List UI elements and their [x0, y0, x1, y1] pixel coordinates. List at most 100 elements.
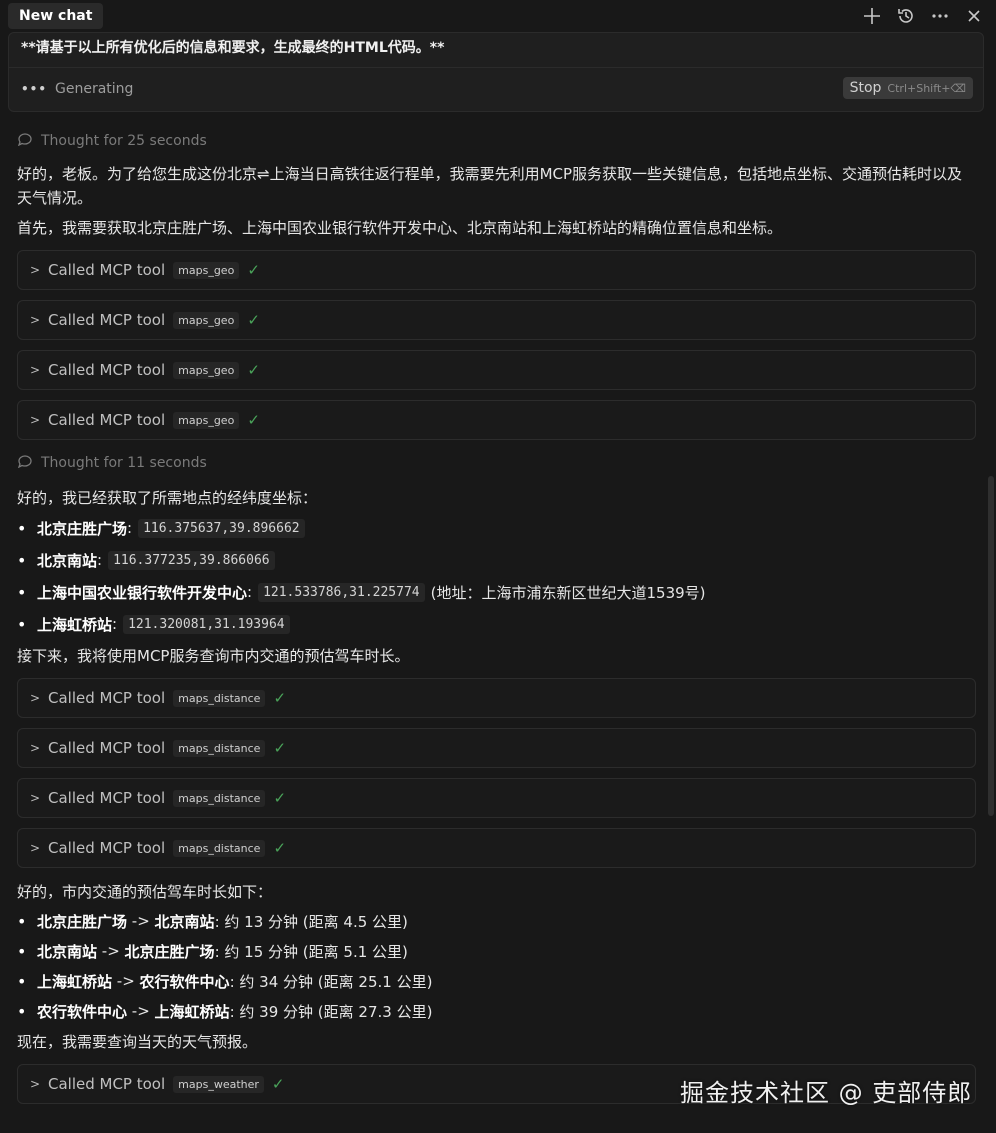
list-item: • 北京庄胜广场 -> 北京南站 : 约 13 分钟 (距离 4.5 公里) [17, 906, 976, 936]
tool-name: maps_geo [173, 261, 240, 279]
tool-call[interactable]: > Called MCP tool maps_distance ✓ [17, 828, 976, 868]
stop-button[interactable]: Stop Ctrl+Shift+⌫ [842, 77, 973, 99]
bullet: • [17, 550, 27, 570]
more-icon[interactable] [930, 6, 950, 26]
drive-intro: 好的，市内交通的预估驾车时长如下： [17, 883, 273, 901]
tool-call[interactable]: > Called MCP tool maps_distance ✓ [17, 778, 976, 818]
bullet: • [17, 582, 27, 602]
coordinate-value: 121.533786,31.225774 [258, 582, 425, 602]
tab-new-chat[interactable]: New chat [8, 3, 104, 29]
thought-toggle[interactable]: Thought for 25 seconds [17, 124, 976, 158]
tool-name: maps_geo [173, 311, 240, 329]
header-actions [862, 6, 984, 26]
route-arrow: -> [127, 1002, 155, 1020]
tool-label: Called MCP tool [48, 739, 166, 757]
scrollbar[interactable] [988, 476, 994, 816]
tool-call[interactable]: > Called MCP tool maps_geo ✓ [17, 300, 976, 340]
check-icon: ✓ [273, 839, 287, 857]
tool-call[interactable]: > Called MCP tool maps_distance ✓ [17, 678, 976, 718]
tool-name: maps_geo [173, 361, 240, 379]
geo-tool-list: > Called MCP tool maps_geo ✓ > Called MC… [17, 250, 976, 440]
divider [9, 67, 983, 68]
chevron-right-icon: > [30, 791, 41, 805]
thought-toggle[interactable]: Thought for 11 seconds [17, 446, 976, 480]
list-item: • 农行软件中心 -> 上海虹桥站 : 约 39 分钟 (距离 27.3 公里) [17, 996, 976, 1026]
status-text: Generating [55, 81, 134, 97]
route-detail: : 约 39 分钟 (距离 27.3 公里) [229, 1002, 433, 1021]
brain-icon [17, 132, 33, 150]
tool-label: Called MCP tool [48, 311, 166, 329]
tool-name: maps_weather [173, 1075, 264, 1093]
route-to: 农行软件中心 [139, 972, 230, 991]
tool-call[interactable]: > Called MCP tool maps_distance ✓ [17, 728, 976, 768]
place-name: 北京南站 [37, 551, 98, 570]
tool-label: Called MCP tool [48, 261, 166, 279]
check-icon: ✓ [273, 789, 287, 807]
coordinate-value: 116.377235,39.866066 [108, 550, 275, 570]
list-item: • 上海中国农业银行软件开发中心: 121.533786,31.225774 (… [17, 582, 706, 602]
intro-paragraph: 好的，老板。为了给您生成这份北京⇌上海当日高铁往返行程单，我需要先利用MCP服务… [17, 165, 963, 207]
chevron-right-icon: > [30, 313, 41, 327]
check-icon: ✓ [247, 361, 260, 379]
thought-label: Thought for 25 seconds [41, 133, 207, 149]
chat-content: Thought for 25 seconds 好的，老板。为了给您生成这份北京⇌… [17, 124, 976, 1114]
prompt-box: **请基于以上所有优化后的信息和要求，生成最终的HTML代码。** ••• Ge… [8, 32, 984, 112]
tool-name: maps_distance [173, 839, 266, 857]
route-arrow: -> [112, 972, 140, 990]
watermark: 掘金技术社区 @ 吏部侍郎 [680, 1079, 973, 1107]
stop-shortcut: Ctrl+Shift+⌫ [887, 81, 966, 95]
route-from: 农行软件中心 [37, 1002, 128, 1021]
coords-list: • 北京庄胜广场: 116.375637,39.896662 • 北京南站: 1… [17, 512, 976, 640]
bullet: • [17, 911, 27, 931]
list-item: • 上海虹桥站 -> 农行软件中心 : 约 34 分钟 (距离 25.1 公里) [17, 966, 976, 996]
route-to: 北京庄胜广场 [124, 942, 215, 961]
stop-label: Stop [849, 80, 882, 96]
history-icon[interactable] [896, 6, 916, 26]
list-item: • 北京南站: 116.377235,39.866066 [17, 544, 976, 576]
coordinate-value: 116.375637,39.896662 [138, 518, 305, 538]
bullet: • [17, 971, 27, 991]
check-icon: ✓ [271, 1075, 285, 1093]
tool-name: maps_geo [173, 411, 240, 429]
distance-tool-list: > Called MCP tool maps_distance ✓ > Call… [17, 678, 976, 868]
check-icon: ✓ [273, 739, 287, 757]
place-name: 上海虹桥站 [37, 615, 113, 634]
tool-label: Called MCP tool [48, 839, 166, 857]
close-icon[interactable] [964, 6, 984, 26]
tool-call[interactable]: > Called MCP tool maps_geo ✓ [17, 350, 976, 390]
place-name: 上海中国农业银行软件开发中心 [37, 583, 248, 602]
chevron-right-icon: > [30, 263, 41, 277]
brain-icon [17, 454, 33, 472]
coords-intro: 好的，我已经获取了所需地点的经纬度坐标： [17, 489, 318, 507]
intro-paragraph: 首先，我需要获取北京庄胜广场、上海中国农业银行软件开发中心、北京南站和上海虹桥站… [17, 219, 783, 237]
chat-header: New chat [0, 0, 996, 32]
tool-label: Called MCP tool [48, 1075, 166, 1093]
tool-label: Called MCP tool [48, 689, 166, 707]
place-name: 北京庄胜广场 [37, 519, 128, 538]
chevron-right-icon: > [30, 741, 41, 755]
weather-intro: 现在，我需要查询当天的天气预报。 [17, 1033, 258, 1051]
generating-status: ••• Generating [21, 81, 133, 97]
bullet: • [17, 941, 27, 961]
tool-name: maps_distance [173, 689, 266, 707]
route-arrow: -> [127, 912, 155, 930]
route-arrow: -> [97, 942, 125, 960]
bullet: • [17, 1001, 27, 1021]
check-icon: ✓ [247, 261, 260, 279]
tool-name: maps_distance [173, 739, 266, 757]
plus-icon[interactable] [862, 6, 882, 26]
route-detail: : 约 15 分钟 (距离 5.1 公里) [214, 942, 408, 961]
chevron-right-icon: > [30, 691, 41, 705]
route-from: 北京南站 [37, 942, 98, 961]
check-icon: ✓ [247, 311, 260, 329]
coordinate-value: 121.320081,31.193964 [123, 614, 290, 634]
tool-call[interactable]: > Called MCP tool maps_geo ✓ [17, 400, 976, 440]
chevron-right-icon: > [30, 1077, 41, 1091]
thought-label: Thought for 11 seconds [41, 455, 207, 471]
list-item: • 上海虹桥站: 121.320081,31.193964 [17, 608, 976, 640]
bullet: • [17, 614, 27, 634]
route-from: 上海虹桥站 [37, 972, 113, 991]
tool-call[interactable]: > Called MCP tool maps_geo ✓ [17, 250, 976, 290]
list-item: • 北京南站 -> 北京庄胜广场 : 约 15 分钟 (距离 5.1 公里) [17, 936, 976, 966]
tool-label: Called MCP tool [48, 411, 166, 429]
